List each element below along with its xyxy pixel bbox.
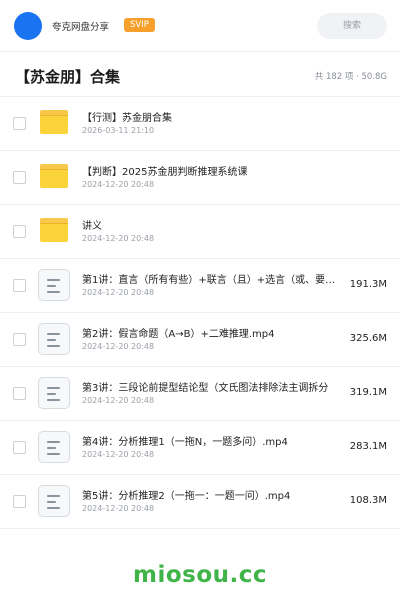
folder-row[interactable]: 【行测】苏金朋合集 2026-03-11 21:10 [0, 97, 400, 151]
item-date: 2024-12-20 20:48 [82, 180, 155, 189]
row-checkbox[interactable] [13, 279, 26, 292]
item-size: 325.6M [347, 333, 387, 344]
document-icon [38, 377, 70, 409]
file-row[interactable]: 第1讲：直言（所有有些）+联言（且）+选言（或、要… 2024-12-20 20:… [0, 259, 400, 313]
folder-icon [40, 164, 68, 188]
item-date: 2024-12-20 20:48 [82, 504, 155, 513]
svip-badge: SVIP [124, 18, 155, 32]
folder-icon [40, 218, 68, 242]
avatar[interactable] [14, 12, 42, 40]
document-icon [38, 485, 70, 517]
item-date: 2024-12-20 20:48 [82, 234, 155, 243]
file-row[interactable]: 第5讲：分析推理2（一拖一：一题一问）.mp4 2024-12-20 20:48 1… [0, 475, 400, 529]
document-icon [38, 431, 70, 463]
search-button[interactable]: 搜索 [317, 13, 387, 39]
document-icon [38, 323, 70, 355]
folder-row[interactable]: 讲义 2024-12-20 20:48 [0, 205, 400, 259]
collection-summary: 共 182 项 · 50.8G [314, 72, 387, 82]
row-checkbox[interactable] [13, 225, 26, 238]
item-name: 讲义 [82, 221, 102, 232]
item-date: 2024-12-20 20:48 [82, 396, 155, 405]
item-name: 第1讲：直言（所有有些）+联言（且）+选言（或、要… [82, 275, 336, 286]
item-name: 第2讲：假言命题（A→B）+二难推理.mp4 [82, 329, 275, 340]
brand-name: 夸克网盘分享 [52, 22, 110, 33]
folder-row[interactable]: 【判断】2025苏金朋判断推理系统课 2024-12-20 20:48 [0, 151, 400, 205]
item-size: 191.3M [347, 279, 387, 290]
item-date: 2024-12-20 20:48 [82, 450, 155, 459]
document-icon [38, 269, 70, 301]
item-date: 2026-03-11 21:10 [82, 126, 155, 135]
item-name: 第3讲：三段论前提型结论型（文氏图法排除法主调拆分 [82, 383, 329, 394]
file-row[interactable]: 第3讲：三段论前提型结论型（文氏图法排除法主调拆分 2024-12-20 20:4… [0, 367, 400, 421]
item-size: 108.3M [347, 495, 387, 506]
top-bar: 夸克网盘分享 SVIP 搜索 [0, 0, 400, 52]
item-name: 【判断】2025苏金朋判断推理系统课 [82, 167, 248, 178]
item-size: 283.1M [347, 441, 387, 452]
item-name: 第5讲：分析推理2（一拖一：一题一问）.mp4 [82, 491, 291, 502]
row-checkbox[interactable] [13, 333, 26, 346]
row-checkbox[interactable] [13, 117, 26, 130]
item-name: 【行测】苏金朋合集 [82, 113, 172, 124]
item-size: 319.1M [347, 387, 387, 398]
file-row[interactable]: 第4讲：分析推理1（一拖N，一题多问）.mp4 2024-12-20 20:48 2… [0, 421, 400, 475]
watermark: miosou.cc [132, 562, 268, 588]
collection-header: 【苏金朋】合集 共 182 项 · 50.8G [0, 52, 400, 97]
row-checkbox[interactable] [13, 441, 26, 454]
row-checkbox[interactable] [13, 387, 26, 400]
item-name: 第4讲：分析推理1（一拖N，一题多问）.mp4 [82, 437, 288, 448]
row-checkbox[interactable] [13, 171, 26, 184]
row-checkbox[interactable] [13, 495, 26, 508]
file-row[interactable]: 第2讲：假言命题（A→B）+二难推理.mp4 2024-12-20 20:48 32… [0, 313, 400, 367]
page-title: 【苏金朋】合集 [15, 68, 121, 86]
item-date: 2024-12-20 20:48 [82, 342, 155, 351]
folder-icon [40, 110, 68, 134]
item-date: 2024-12-20 20:48 [82, 288, 155, 297]
